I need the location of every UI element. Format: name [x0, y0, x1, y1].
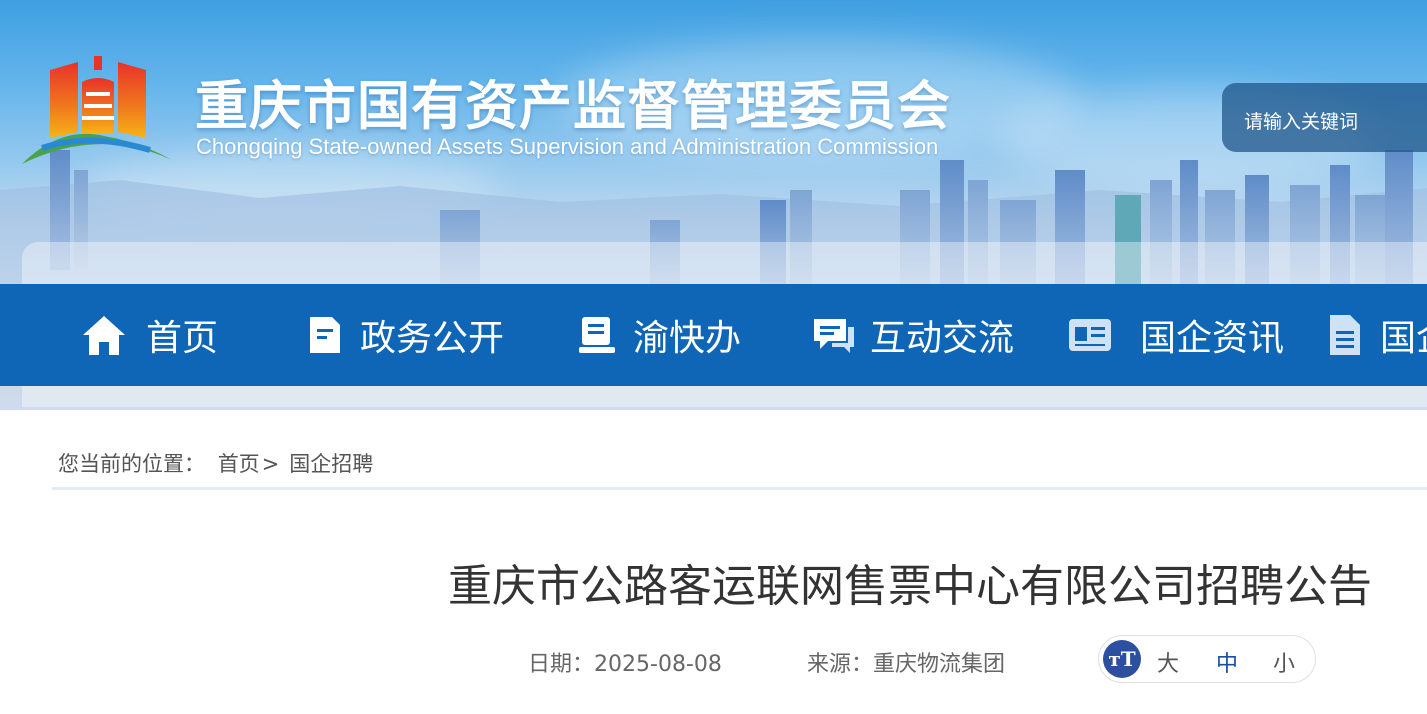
nav-item-label: 国企资讯	[1140, 318, 1285, 359]
date-value: 2025-08-08	[594, 652, 722, 677]
breadcrumb-separator: >	[261, 452, 280, 476]
source-value: 重庆物流集团	[873, 652, 1006, 677]
main-nav: 首页 政务公开 渝快办 互动交流 国企资讯 国企	[0, 284, 1427, 386]
breadcrumb-prefix: 您当前的位置：	[58, 452, 205, 476]
article-source: 来源：重庆物流集团	[807, 646, 1005, 678]
file-icon	[1320, 311, 1368, 359]
nav-item-label: 首页	[146, 318, 219, 359]
nav-item-home[interactable]: 首页	[80, 284, 218, 386]
nav-item-government-affairs[interactable]: 政务公开	[300, 284, 504, 386]
nav-item-interaction[interactable]: 互动交流	[810, 284, 1014, 386]
breadcrumb-divider	[52, 487, 1427, 490]
source-label: 来源：	[807, 652, 874, 677]
nav-item-enterprise-more[interactable]: 国企	[1320, 284, 1427, 386]
article-date: 日期：2025-08-08	[528, 646, 722, 678]
font-size-switcher: тT 大 中 小	[1098, 635, 1316, 683]
article-title: 重庆市公路客运联网售票中心有限公司招聘公告	[448, 561, 1372, 612]
font-size-small-button[interactable]: 小	[1273, 646, 1295, 678]
breadcrumb: 您当前的位置： 首页> 国企招聘	[58, 448, 373, 478]
commission-logo	[22, 56, 172, 164]
nav-item-label: 国企	[1380, 318, 1427, 359]
home-icon	[80, 311, 128, 359]
site-title-english: Chongqing State-owned Assets Supervision…	[196, 134, 939, 159]
font-size-medium-button[interactable]: 中	[1216, 646, 1238, 678]
chat-icon	[810, 311, 858, 359]
service-icon	[573, 311, 621, 359]
font-size-icon: тT	[1103, 640, 1141, 678]
nav-item-yukuaiban[interactable]: 渝快办	[573, 284, 741, 386]
breadcrumb-home-link[interactable]: 首页	[218, 452, 260, 476]
nav-item-label: 政务公开	[360, 318, 505, 359]
breadcrumb-current-link[interactable]: 国企招聘	[289, 452, 373, 476]
search-box[interactable]: 请输入关键词	[1222, 83, 1427, 152]
news-icon	[1066, 311, 1114, 359]
font-size-large-button[interactable]: 大	[1157, 646, 1179, 678]
search-input[interactable]: 请输入关键词	[1244, 107, 1358, 134]
date-label: 日期：	[528, 652, 595, 677]
document-icon	[300, 311, 348, 359]
nav-item-enterprise-news[interactable]: 国企资讯	[1066, 284, 1284, 386]
nav-item-label: 互动交流	[870, 318, 1015, 359]
nav-item-label: 渝快办	[633, 318, 742, 359]
site-title: 重庆市国有资产监督管理委员会	[195, 76, 951, 137]
